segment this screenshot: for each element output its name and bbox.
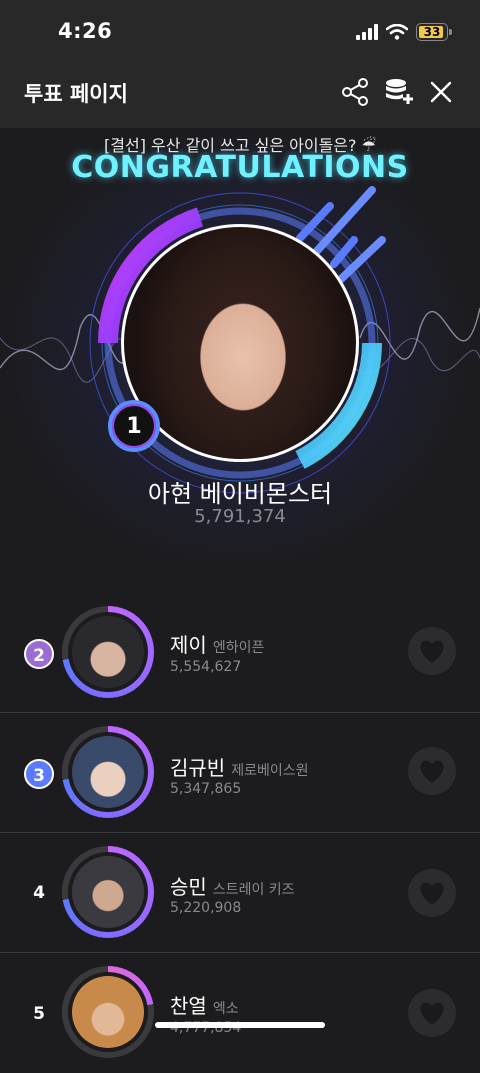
candidate-group: 엑소 [212, 1001, 239, 1017]
winner-section: [결선] 우산 같이 쓰고 싶은 아이돌은? ☔ CONGRATULATIONS… [0, 128, 480, 578]
ranking-row[interactable]: 3 김규빈 제로베이스원 5,347,865 [0, 712, 480, 833]
wifi-icon [386, 24, 408, 40]
database-add-icon [386, 79, 413, 104]
candidate-name-text: 제이 [170, 633, 207, 657]
home-indicator[interactable] [155, 1022, 325, 1028]
candidate-name-text: 김규빈 [170, 756, 226, 780]
candidate-name-text: 승민 [170, 875, 207, 899]
candidate-votes: 5,347,865 [170, 781, 242, 797]
candidate-name: 찬열 엑소 [170, 990, 239, 1019]
status-time: 4:26 [58, 19, 113, 43]
vote-heart-button[interactable] [408, 989, 456, 1037]
rank-number: 5 [33, 1004, 45, 1024]
status-icons: 33 [356, 21, 452, 43]
battery-icon: 33 [416, 23, 452, 41]
avatar [62, 966, 154, 1058]
heart-icon [420, 640, 444, 663]
vote-heart-button[interactable] [408, 869, 456, 917]
winner-votes: 5,791,374 [194, 506, 286, 527]
share-button[interactable] [339, 76, 371, 108]
heart-icon [420, 760, 444, 783]
heart-icon [420, 882, 444, 905]
ranking-row[interactable]: 5 찬열 엑소 4,777,854 [0, 952, 480, 1073]
candidate-name-text: 찬열 [170, 994, 207, 1018]
vote-heart-button[interactable] [408, 627, 456, 675]
candidate-group: 제로베이스원 [231, 763, 309, 779]
close-icon [430, 81, 452, 103]
top-bar: 4:26 33 투표 페이지 [0, 0, 480, 128]
ranking-row[interactable]: 4 승민 스트레이 키즈 5,220,908 [0, 832, 480, 953]
rank-number: 4 [33, 883, 45, 903]
candidate-votes: 5,554,627 [170, 659, 242, 675]
congratulations-banner: CONGRATULATIONS [71, 150, 409, 185]
heart-icon [420, 1002, 444, 1025]
candidate-group: 스트레이 키즈 [212, 882, 295, 898]
candidate-group: 엔하이픈 [212, 640, 265, 656]
rank-badge: 2 [24, 639, 54, 669]
rank-badge: 3 [24, 759, 54, 789]
status-bar: 4:26 33 [0, 0, 480, 62]
winner-name: 아현 베이비몬스터 [147, 480, 333, 508]
candidate-votes: 5,220,908 [170, 900, 242, 916]
winner-rank-badge: 1 [108, 400, 160, 452]
share-icon [342, 78, 368, 106]
candidate-name: 제이 엔하이픈 [170, 629, 264, 658]
vote-heart-button[interactable] [408, 747, 456, 795]
avatar [62, 726, 154, 818]
candidate-name: 김규빈 제로베이스원 [170, 752, 308, 781]
ranking-row[interactable]: 2 제이 엔하이픈 5,554,627 [0, 593, 480, 713]
avatar [62, 846, 154, 938]
signal-icon [356, 24, 378, 40]
add-ticket-button[interactable] [383, 76, 415, 108]
battery-level: 33 [423, 25, 441, 39]
avatar [62, 606, 154, 698]
close-button[interactable] [425, 76, 457, 108]
page-title: 투표 페이지 [24, 82, 128, 106]
candidate-name: 승민 스트레이 키즈 [170, 871, 295, 900]
